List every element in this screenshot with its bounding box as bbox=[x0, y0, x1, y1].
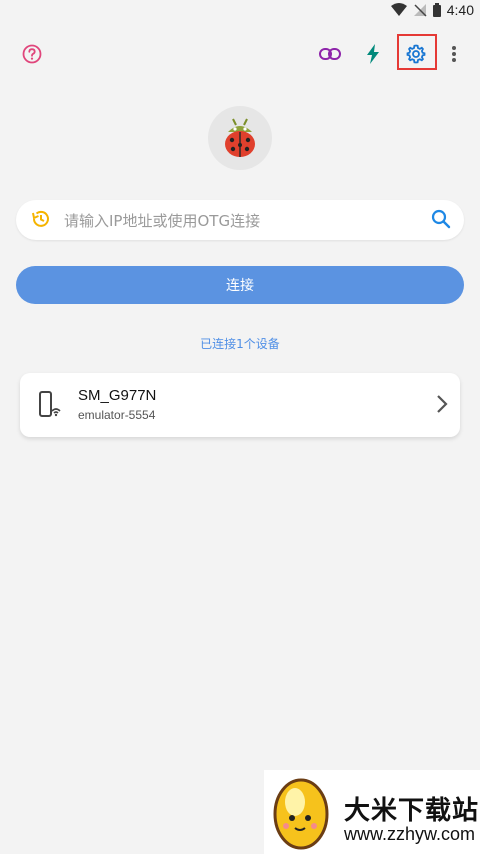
more-button[interactable] bbox=[436, 36, 472, 72]
device-icon bbox=[38, 391, 62, 424]
device-list-item[interactable]: SM_G977N emulator-5554 bbox=[20, 373, 460, 437]
app-logo bbox=[208, 106, 272, 170]
egg-mascot-icon bbox=[273, 778, 329, 850]
battery-icon bbox=[432, 3, 441, 17]
settings-highlight-box bbox=[397, 34, 437, 70]
phone-wifi-icon bbox=[39, 391, 61, 417]
site-watermark: 大米下载站 www.zzhyw.com bbox=[264, 770, 480, 854]
device-name: SM_G977N bbox=[78, 387, 157, 404]
wifi-icon bbox=[390, 3, 407, 16]
flash-button[interactable] bbox=[355, 36, 391, 72]
chevron-right-icon bbox=[436, 394, 448, 419]
history-icon bbox=[32, 210, 49, 227]
connected-count-text: 已连接1个设备 bbox=[200, 337, 280, 351]
ladybug-android-icon bbox=[225, 118, 255, 157]
watermark-title: 大米下载站 bbox=[344, 796, 480, 826]
ip-address-input[interactable] bbox=[62, 200, 416, 242]
help-circle-icon bbox=[22, 44, 42, 64]
link-button[interactable] bbox=[312, 36, 348, 72]
status-bar: 4:40 bbox=[0, 0, 480, 22]
search-button[interactable] bbox=[430, 208, 452, 235]
no-signal-icon bbox=[413, 4, 427, 17]
status-icons: 4:40 bbox=[390, 2, 474, 18]
device-serial: emulator-5554 bbox=[78, 408, 156, 422]
help-button[interactable] bbox=[14, 36, 50, 72]
connect-button-label: 连接 bbox=[226, 278, 254, 294]
connect-button[interactable]: 连接 bbox=[16, 266, 464, 304]
search-bar bbox=[16, 200, 464, 242]
link-icon bbox=[319, 48, 341, 60]
clock: 4:40 bbox=[446, 2, 474, 18]
more-vertical-icon bbox=[452, 46, 456, 62]
search-icon bbox=[431, 209, 451, 229]
bolt-icon bbox=[367, 44, 379, 64]
watermark-url: www.zzhyw.com bbox=[344, 824, 476, 844]
history-button[interactable] bbox=[30, 208, 52, 235]
